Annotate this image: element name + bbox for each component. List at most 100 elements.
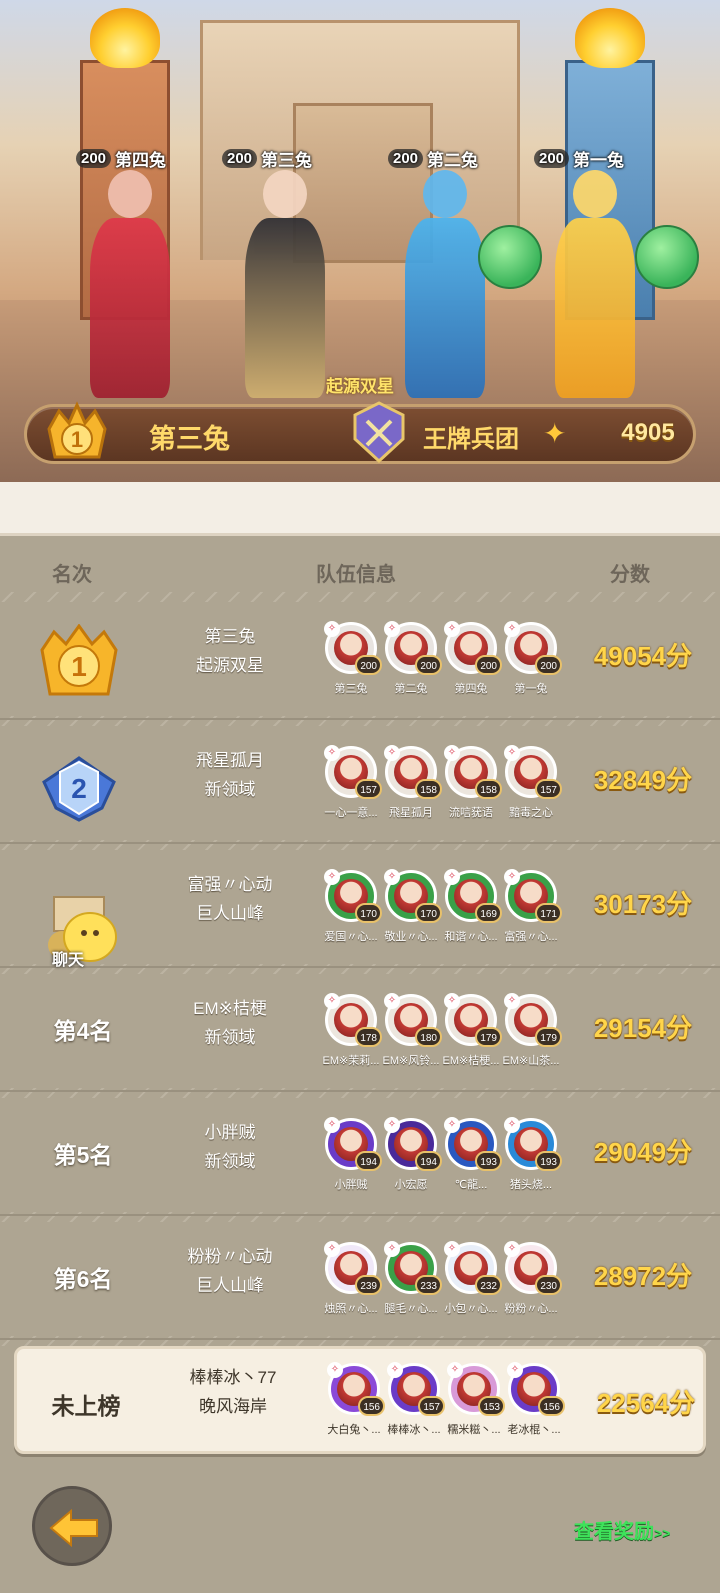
class-icon: ✧ xyxy=(384,745,400,761)
member-avatar[interactable]: ✧ 193 xyxy=(444,1117,502,1171)
class-icon: ✧ xyxy=(447,1362,463,1378)
member-level: 230 xyxy=(535,1275,562,1295)
player-tag: 200 第一兔 xyxy=(534,144,624,172)
ranking-row[interactable]: 第6名 粉粉〃心动 巨人山峰 ✧ 239 烛照〃心... ✧ 233 腿毛〃心... ✧ 232 小包… xyxy=(0,1216,720,1340)
member[interactable]: ✧ 233 腿毛〃心... xyxy=(382,1241,442,1316)
back-arrow-icon xyxy=(49,1509,98,1547)
member[interactable]: ✧ 170 爱国〃心... xyxy=(322,869,382,944)
my-team-row[interactable]: 未上榜 棒棒冰丶77 晚风海岸 ✧ 156 大白兔丶... ✧ 157 棒棒冰丶... ✧ 153 糯… xyxy=(14,1346,706,1454)
class-icon: ✧ xyxy=(324,1117,340,1133)
class-icon: ✧ xyxy=(384,1117,400,1133)
member[interactable]: ✧ 171 富强〃心... xyxy=(502,869,562,944)
player-figure-2[interactable] xyxy=(395,170,495,400)
member-avatar[interactable]: ✧ 193 xyxy=(504,1117,562,1171)
slime-pet-icon xyxy=(635,225,699,289)
class-icon: ✧ xyxy=(324,745,340,761)
class-icon: ✧ xyxy=(504,745,520,761)
member-avatar[interactable]: ✧ 157 xyxy=(504,745,562,799)
member-avatar[interactable]: ✧ 156 xyxy=(327,1362,385,1416)
team-info: 富强〃心动 巨人山峰 xyxy=(150,870,310,928)
member[interactable]: ✧ 194 小胖贼 xyxy=(322,1117,382,1192)
member[interactable]: ✧ 158 流唁莸语 xyxy=(442,745,502,820)
player-level: 200 xyxy=(388,148,424,168)
member-avatar[interactable]: ✧ 156 xyxy=(507,1362,565,1416)
member-level: 180 xyxy=(415,1027,442,1047)
member[interactable]: ✧ 200 第一兔 xyxy=(502,621,562,696)
member-level: 239 xyxy=(355,1275,382,1295)
player-figure-3[interactable] xyxy=(235,170,335,400)
member-avatar[interactable]: ✧ 200 xyxy=(324,621,382,675)
member[interactable]: ✧ 158 飛星孤月 xyxy=(382,745,442,820)
member[interactable]: ✧ 200 第四兔 xyxy=(442,621,502,696)
member[interactable]: ✧ 232 小包〃心... xyxy=(442,1241,502,1316)
svg-text:1: 1 xyxy=(71,651,87,682)
team-info: 小胖贼 新领域 xyxy=(150,1118,310,1176)
member-avatar[interactable]: ✧ 179 xyxy=(444,993,502,1047)
champion-score: 4905 xyxy=(621,419,675,446)
member-avatar[interactable]: ✧ 180 xyxy=(384,993,442,1047)
member-level: 194 xyxy=(415,1151,442,1171)
member-avatar[interactable]: ✧ 200 xyxy=(504,621,562,675)
member[interactable]: ✧ 178 EM※茉莉... xyxy=(322,993,382,1068)
member-avatar[interactable]: ✧ 157 xyxy=(387,1362,445,1416)
member[interactable]: ✧ 157 黯毒之心 xyxy=(502,745,562,820)
member-avatar[interactable]: ✧ 233 xyxy=(384,1241,442,1295)
server-name: 巨人山峰 xyxy=(196,904,264,923)
member-avatar[interactable]: ✧ 178 xyxy=(324,993,382,1047)
member-avatar[interactable]: ✧ 158 xyxy=(384,745,442,799)
ranking-row[interactable]: 第5名 小胖贼 新领域 ✧ 194 小胖贼 ✧ 194 小宏愿 ✧ 193 ℃龍... ✧ 193 猪头烧.… xyxy=(0,1092,720,1216)
member-name: 一心一意... xyxy=(324,807,378,819)
member-name: 烛照〃心... xyxy=(324,1303,378,1315)
member[interactable]: ✧ 153 糯米糍丶... xyxy=(445,1362,505,1437)
member[interactable]: ✧ 179 EM※山茶... xyxy=(502,993,562,1068)
member-avatar[interactable]: ✧ 170 xyxy=(384,869,442,923)
rank-2-badge-icon: 2 xyxy=(42,756,116,822)
member[interactable]: ✧ 200 第三兔 xyxy=(322,621,382,696)
member[interactable]: ✧ 157 一心一意... xyxy=(322,745,382,820)
class-icon: ✧ xyxy=(507,1362,523,1378)
back-button[interactable] xyxy=(32,1486,112,1566)
team-info: 飛星孤月 新领域 xyxy=(150,746,310,804)
ranking-row[interactable]: 第4名 EM※桔梗 新领域 ✧ 178 EM※茉莉... ✧ 180 EM※风铃... ✧ 179 E… xyxy=(0,968,720,1092)
member-avatar[interactable]: ✧ 200 xyxy=(444,621,502,675)
player-tag: 200 第二兔 xyxy=(388,144,478,172)
member-avatar[interactable]: ✧ 230 xyxy=(504,1241,562,1295)
team-name: 第三兔 xyxy=(204,627,256,646)
member-avatar[interactable]: ✧ 232 xyxy=(444,1241,502,1295)
member[interactable]: ✧ 156 老冰棍丶... xyxy=(505,1362,565,1437)
member-level: 170 xyxy=(355,903,382,923)
chat-label[interactable]: 聊天 xyxy=(52,946,84,970)
class-icon: ✧ xyxy=(324,1241,340,1257)
member-level: 156 xyxy=(538,1396,565,1416)
team-info: 第三兔 起源双星 xyxy=(150,622,310,680)
member-avatar[interactable]: ✧ 194 xyxy=(384,1117,442,1171)
member-avatar[interactable]: ✧ 239 xyxy=(324,1241,382,1295)
member-avatar[interactable]: ✧ 153 xyxy=(447,1362,505,1416)
member[interactable]: ✧ 156 大白兔丶... xyxy=(325,1362,385,1437)
member-name: 糯米糍丶... xyxy=(447,1424,501,1436)
member[interactable]: ✧ 157 棒棒冰丶... xyxy=(385,1362,445,1437)
member[interactable]: ✧ 194 小宏愿 xyxy=(382,1117,442,1192)
member[interactable]: ✧ 230 粉粉〃心... xyxy=(502,1241,562,1316)
member-avatar[interactable]: ✧ 170 xyxy=(324,869,382,923)
member-avatar[interactable]: ✧ 171 xyxy=(504,869,562,923)
team-members: ✧ 156 大白兔丶... ✧ 157 棒棒冰丶... ✧ 153 糯米糍丶... ✧ 156 老冰棍… xyxy=(325,1362,565,1437)
member[interactable]: ✧ 239 烛照〃心... xyxy=(322,1241,382,1316)
member[interactable]: ✧ 200 第二兔 xyxy=(382,621,442,696)
member-avatar[interactable]: ✧ 158 xyxy=(444,745,502,799)
member[interactable]: ✧ 193 猪头烧... xyxy=(502,1117,562,1192)
member[interactable]: ✧ 179 EM※桔梗... xyxy=(442,993,502,1068)
member-avatar[interactable]: ✧ 194 xyxy=(324,1117,382,1171)
member[interactable]: ✧ 180 EM※风铃... xyxy=(382,993,442,1068)
member[interactable]: ✧ 169 和谐〃心... xyxy=(442,869,502,944)
member-avatar[interactable]: ✧ 179 xyxy=(504,993,562,1047)
member-avatar[interactable]: ✧ 169 xyxy=(444,869,502,923)
member-avatar[interactable]: ✧ 157 xyxy=(324,745,382,799)
member[interactable]: ✧ 193 ℃龍... xyxy=(442,1117,502,1192)
member-avatar[interactable]: ✧ 200 xyxy=(384,621,442,675)
player-figure-4[interactable] xyxy=(80,170,180,400)
view-rewards-link[interactable]: 查看奖励>> xyxy=(574,1515,670,1544)
player-figure-1[interactable] xyxy=(545,170,645,400)
member[interactable]: ✧ 170 敬业〃心... xyxy=(382,869,442,944)
class-icon: ✧ xyxy=(444,1117,460,1133)
